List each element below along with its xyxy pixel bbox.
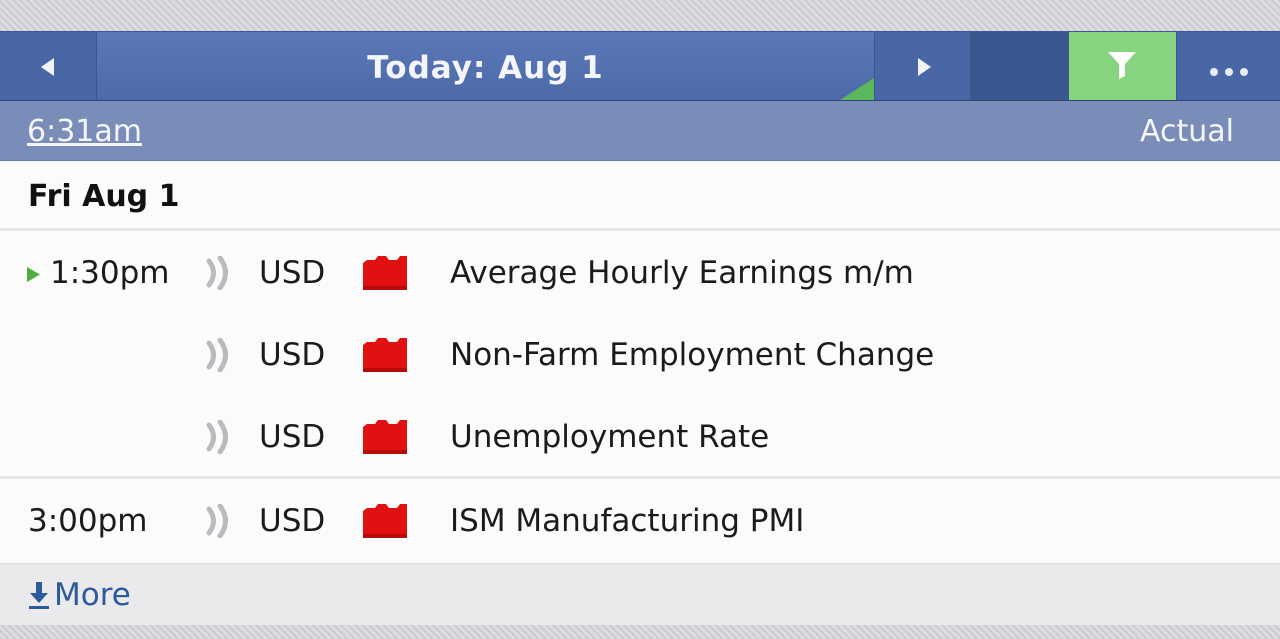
more-options-button[interactable] [1176,32,1280,100]
page-title: Today: Aug 1 [367,50,604,86]
date-title-button[interactable]: Today: Aug 1 [97,32,874,100]
load-more-button[interactable]: More [28,577,131,613]
triangle-left-icon [41,58,54,76]
nav-spacer [971,32,1069,100]
event-title: Average Hourly Earnings m/m [450,255,914,291]
high-impact-folder-icon [363,420,407,454]
previous-day-button[interactable] [0,32,97,100]
corner-flag-icon [840,78,874,100]
event-title: Unemployment Rate [450,419,770,455]
event-row[interactable]: 3:00pm USD ISM Manufacturing PMI [0,479,1280,561]
list-footer: More [0,563,1280,625]
next-event-marker-icon [27,267,40,282]
speaker-waves-icon[interactable] [206,338,232,372]
more-label: More [54,577,131,613]
download-arrow-icon [29,582,49,609]
triangle-right-icon [918,58,931,76]
ellipsis-icon [1210,61,1255,80]
event-title: ISM Manufacturing PMI [450,503,805,539]
day-header: Fri Aug 1 [0,161,1280,231]
next-day-button[interactable] [874,32,971,100]
event-time: 1:30pm [50,255,170,291]
funnel-icon [1108,52,1136,79]
event-currency: USD [259,255,326,291]
top-navigation-bar: Today: Aug 1 [0,31,1280,101]
day-label: Fri Aug 1 [28,179,180,214]
event-row[interactable]: 1:30pm USD Average Hourly Earnings m/m [0,231,1280,313]
event-row[interactable]: USD Unemployment Rate [0,395,1280,477]
high-impact-folder-icon [363,338,407,372]
event-currency: USD [259,419,326,455]
speaker-waves-icon[interactable] [206,504,232,538]
event-title: Non-Farm Employment Change [450,337,935,373]
speaker-waves-icon[interactable] [206,256,232,290]
high-impact-folder-icon [363,504,407,538]
event-currency: USD [259,503,326,539]
actual-column-label: Actual [1140,114,1234,149]
current-time-link[interactable]: 6:31am [27,114,142,149]
calendar-list: Fri Aug 1 1:30pm USD Average Hourly Earn… [0,161,1280,563]
time-bar: 6:31am Actual [0,101,1280,161]
event-time: 3:00pm [28,503,148,539]
speaker-waves-icon[interactable] [206,420,232,454]
event-currency: USD [259,337,326,373]
filter-button[interactable] [1069,32,1176,100]
event-row[interactable]: USD Non-Farm Employment Change [0,313,1280,395]
high-impact-folder-icon [363,256,407,290]
